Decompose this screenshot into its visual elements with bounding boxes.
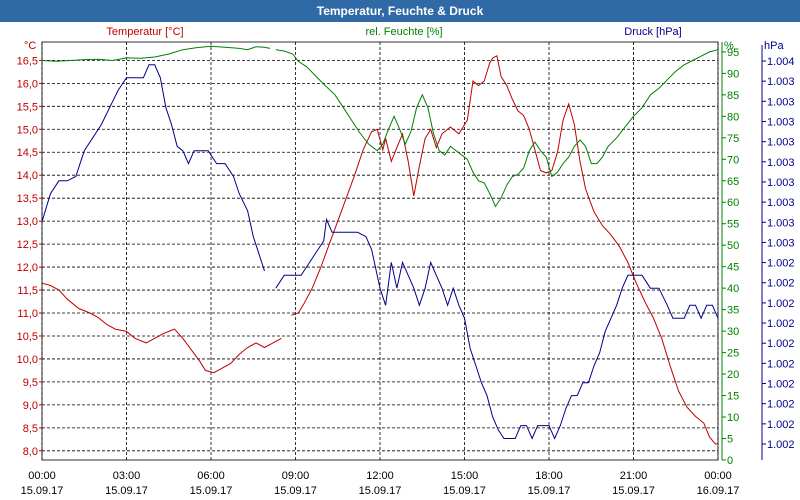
- humidity-tick-label: 25: [727, 348, 739, 360]
- humidity-tick-label: 90: [727, 68, 739, 80]
- humidity-tick-label: 10: [727, 412, 739, 424]
- pressure-tick-label: 1.004: [767, 56, 795, 68]
- pressure-tick-label: 1.003: [767, 177, 795, 189]
- pressure-tick-label: 1.003: [767, 197, 795, 209]
- legend-humidity: rel. Feuchte [%]: [365, 26, 442, 38]
- x-tick-date: 16.09.17: [697, 485, 740, 497]
- pressure-tick-label: 1.003: [767, 76, 795, 88]
- left-tick-label: 10,5: [17, 331, 38, 343]
- x-tick-time: 00:00: [28, 470, 56, 482]
- left-tick-label: 13,5: [17, 193, 38, 205]
- left-tick-label: 16,0: [17, 78, 38, 90]
- x-tick-time: 03:00: [113, 470, 141, 482]
- humidity-tick-label: 80: [727, 111, 739, 123]
- x-tick-date: 15.09.17: [528, 485, 571, 497]
- pressure-tick-label: 1.003: [767, 217, 795, 229]
- x-tick-date: 15.09.17: [105, 485, 148, 497]
- humidity-tick-label: 55: [727, 219, 739, 231]
- left-tick-label: 12,0: [17, 262, 38, 274]
- left-tick-label: 16,5: [17, 55, 38, 67]
- humidity-tick-label: 30: [727, 326, 739, 338]
- x-tick-time: 18:00: [535, 470, 563, 482]
- left-tick-label: 9,5: [23, 377, 38, 389]
- pressure-tick-label: 1.003: [767, 157, 795, 169]
- left-tick-label: 8,0: [23, 446, 38, 458]
- pressure-tick-label: 1.003: [767, 116, 795, 128]
- pressure-axis-unit: hPa: [764, 40, 784, 52]
- x-tick-date: 15.09.17: [21, 485, 64, 497]
- x-tick-time: 12:00: [366, 470, 394, 482]
- left-tick-label: 14,5: [17, 147, 38, 159]
- left-tick-label: 14,0: [17, 170, 38, 182]
- pressure-tick-label: 1.002: [767, 278, 795, 290]
- pressure-tick-label: 1.002: [767, 399, 795, 411]
- left-axis-unit: °C: [24, 40, 36, 52]
- x-tick-time: 15:00: [451, 470, 479, 482]
- pressure-tick-label: 1.003: [767, 96, 795, 108]
- humidity-tick-label: 95: [727, 47, 739, 59]
- pressure-tick-label: 1.002: [767, 338, 795, 350]
- left-tick-label: 15,5: [17, 101, 38, 113]
- x-tick-date: 15.09.17: [190, 485, 233, 497]
- left-tick-label: 15,0: [17, 124, 38, 136]
- humidity-tick-label: 40: [727, 283, 739, 295]
- pressure-tick-label: 1.002: [767, 439, 795, 451]
- x-tick-date: 15.09.17: [359, 485, 402, 497]
- weather-chart: Temperatur, Feuchte & Druck Temperatur […: [0, 0, 800, 500]
- x-tick-time: 00:00: [704, 470, 732, 482]
- pressure-tick-label: 1.002: [767, 298, 795, 310]
- pressure-tick-label: 1.003: [767, 137, 795, 149]
- pressure-tick-label: 1.002: [767, 318, 795, 330]
- x-tick-date: 15.09.17: [274, 485, 317, 497]
- left-tick-label: 10,0: [17, 354, 38, 366]
- humidity-tick-label: 15: [727, 391, 739, 403]
- left-tick-label: 9,0: [23, 400, 38, 412]
- left-tick-label: 12,5: [17, 239, 38, 251]
- pressure-tick-label: 1.002: [767, 258, 795, 270]
- pressure-tick-label: 1.002: [767, 419, 795, 431]
- x-tick-date: 15.09.17: [443, 485, 486, 497]
- x-tick-time: 09:00: [282, 470, 310, 482]
- x-tick-date: 15.09.17: [612, 485, 655, 497]
- humidity-tick-label: 50: [727, 240, 739, 252]
- humidity-tick-label: 45: [727, 262, 739, 274]
- humidity-tick-label: 20: [727, 369, 739, 381]
- pressure-tick-label: 1.003: [767, 237, 795, 249]
- left-tick-label: 11,5: [17, 285, 38, 297]
- humidity-tick-label: 35: [727, 305, 739, 317]
- humidity-tick-label: 65: [727, 176, 739, 188]
- humidity-tick-label: 85: [727, 90, 739, 102]
- pressure-tick-label: 1.002: [767, 358, 795, 370]
- left-tick-label: 8,5: [23, 423, 38, 435]
- left-tick-label: 11,0: [17, 308, 38, 320]
- legend-temperature: Temperatur [°C]: [106, 26, 183, 38]
- pressure-tick-label: 1.002: [767, 379, 795, 391]
- x-tick-time: 21:00: [620, 470, 648, 482]
- humidity-tick-label: 0: [727, 455, 733, 467]
- x-tick-time: 06:00: [197, 470, 225, 482]
- chart-background: [0, 0, 800, 500]
- humidity-tick-label: 70: [727, 154, 739, 166]
- humidity-tick-label: 75: [727, 133, 739, 145]
- left-tick-label: 13,0: [17, 216, 38, 228]
- chart-title: Temperatur, Feuchte & Druck: [317, 4, 484, 18]
- legend-pressure: Druck [hPa]: [624, 26, 681, 38]
- humidity-tick-label: 5: [727, 434, 733, 446]
- humidity-tick-label: 60: [727, 197, 739, 209]
